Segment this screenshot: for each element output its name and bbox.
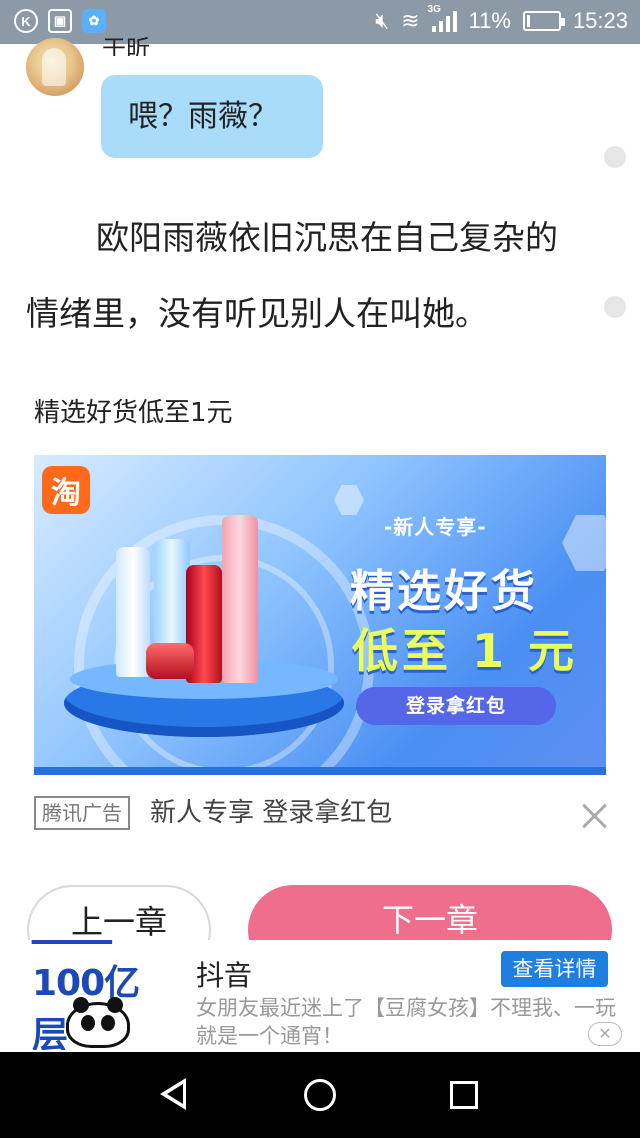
chat-bubble: 喂？雨薇？	[101, 75, 323, 158]
ad-banner-sub: -新人专享-	[384, 515, 487, 539]
ad-banner-headline: 精选好货	[350, 566, 538, 617]
story-paragraph: 欧阳雨薇依旧沉思在自己复杂的情绪里，没有听见别人在叫她。	[26, 218, 558, 333]
status-bar: K ▣ ✿ 🔇︎ ≋ 3G 11% 15:23	[0, 0, 640, 44]
home-icon[interactable]	[304, 1079, 336, 1111]
network-type: 3G	[427, 4, 441, 15]
scroll-dot	[604, 296, 626, 318]
dismiss-icon[interactable]: ✕	[588, 1022, 622, 1046]
close-icon[interactable]	[581, 802, 609, 830]
view-details-button[interactable]: 查看详情	[501, 951, 608, 987]
ad-banner[interactable]: 淘 -新人专享- 精选好货 低至 1 元 登录拿红包	[34, 455, 606, 775]
decor-hexagon	[334, 485, 364, 515]
back-icon[interactable]	[160, 1078, 186, 1110]
ad-description: 女朋友最近迷上了【豆腐女孩】不理我、一玩就是一个通宵！	[196, 996, 616, 1046]
app-icon: ✿	[82, 9, 106, 33]
speaker-name: 于昕	[102, 35, 150, 56]
product-jar	[146, 643, 194, 679]
k-circle-icon: K	[14, 9, 38, 33]
product-bottle	[116, 547, 150, 677]
bottom-ad[interactable]: ▀▀▀▀ 100亿层 抖音 查看详情 女朋友最近迷上了【豆腐女孩】不理我、一玩就…	[0, 940, 640, 1052]
ad-caption[interactable]: 新人专享 登录拿红包	[150, 798, 392, 828]
avatar[interactable]	[26, 38, 84, 96]
decor-hexagon	[562, 515, 606, 571]
image-icon: ▣	[48, 9, 72, 33]
product-bottle	[222, 515, 258, 683]
status-left-icons: K ▣ ✿	[14, 9, 106, 33]
navigation-bar	[0, 1052, 640, 1138]
ad-banner-strip	[34, 767, 606, 775]
battery-percent: 11%	[468, 8, 511, 33]
ad-source-tag: 腾讯广告	[34, 796, 130, 830]
panda-icon	[66, 997, 130, 1048]
game-logo[interactable]: ▀▀▀▀ 100亿层	[22, 940, 172, 1050]
ad-app-name: 抖音	[196, 959, 253, 992]
wifi-icon: ≋	[401, 8, 420, 33]
ad-title[interactable]: 精选好货低至1元	[34, 392, 233, 429]
mute-icon: 🔇︎	[375, 8, 390, 33]
ad-banner-price: 低至 1 元	[352, 624, 579, 678]
scroll-dot	[604, 146, 626, 168]
ad-banner-cta[interactable]: 登录拿红包	[356, 687, 556, 725]
recent-apps-icon[interactable]	[450, 1081, 478, 1109]
signal-icon: 3G	[428, 4, 457, 32]
battery-icon	[522, 11, 565, 31]
clock: 15:23	[572, 8, 628, 33]
taobao-icon: 淘	[42, 466, 90, 514]
status-right: 🔇︎ ≋ 3G 11% 15:23	[375, 4, 628, 34]
